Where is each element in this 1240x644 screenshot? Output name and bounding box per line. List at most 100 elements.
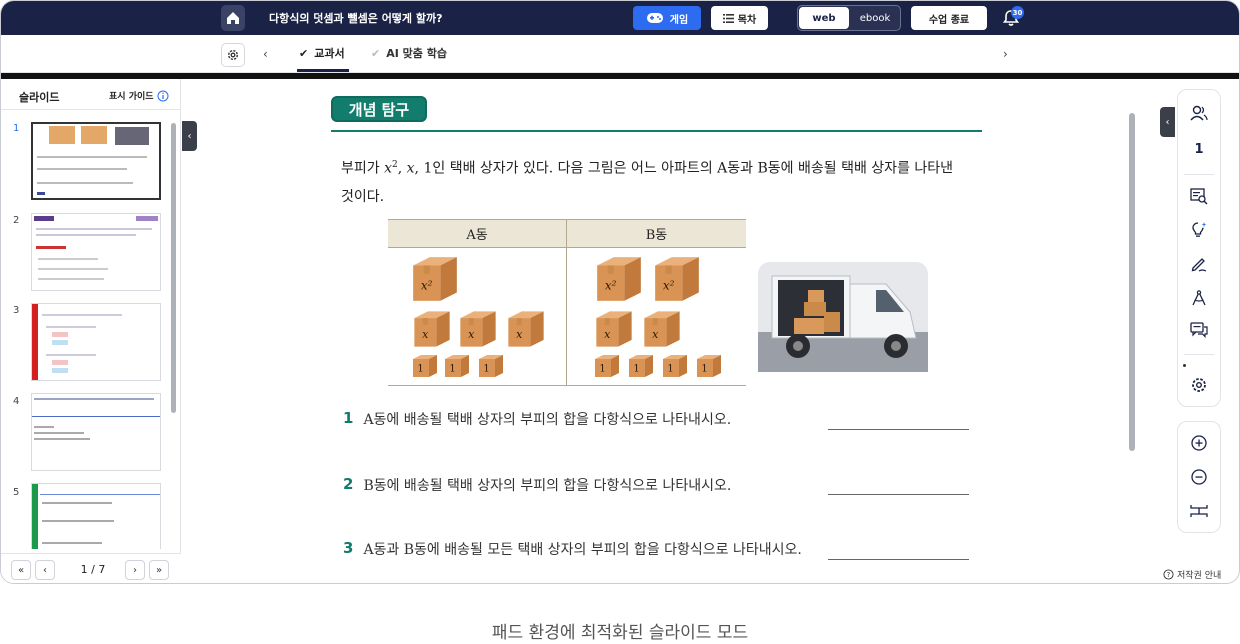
box-label: x² — [663, 279, 675, 293]
answer-blank-3[interactable] — [828, 559, 969, 560]
toc-button-label: 목차 — [737, 14, 757, 26]
home-icon — [227, 12, 239, 24]
answer-blank-2[interactable] — [828, 494, 969, 495]
toc-button[interactable]: 목차 — [711, 6, 768, 30]
tab-next-arrow[interactable]: › — [1003, 47, 1008, 61]
answer-blank-1[interactable] — [828, 429, 969, 430]
pen-button[interactable] — [1188, 253, 1210, 275]
chat-icon — [1190, 322, 1208, 338]
slide-thumb-3[interactable] — [31, 303, 161, 381]
slide-number-1: 1 — [13, 123, 20, 134]
box-1: 1 — [663, 355, 687, 377]
hint-button[interactable] — [1188, 219, 1210, 241]
box-1: 1 — [629, 355, 653, 377]
building-b: B — [757, 160, 768, 177]
home-button[interactable] — [221, 5, 245, 31]
thumb-side-bar — [32, 484, 38, 549]
view-mode-toggle: web ebook — [797, 5, 901, 31]
zoom-out-button[interactable] — [1188, 466, 1210, 488]
tab-textbook[interactable]: ✔ 교과서 — [299, 45, 345, 61]
next-page-button[interactable]: › — [125, 560, 145, 580]
box-x2: x² — [413, 257, 457, 301]
slide-thumb-2[interactable] — [31, 213, 161, 291]
page-indicator: 1 / 7 — [80, 563, 106, 576]
question-text: B동에 배송될 택배 상자의 부피의 합을 다항식으로 나타내시오. — [363, 478, 732, 494]
tool-rail: 1 — [1177, 89, 1221, 407]
box-label: x — [652, 328, 659, 341]
lightbulb-icon — [1192, 222, 1207, 237]
math-x: x — [384, 160, 392, 177]
content-scrollbar[interactable] — [1129, 113, 1135, 451]
copyright-link[interactable]: ? 저작권 안내 — [1163, 568, 1221, 581]
sidebar-divider — [1, 109, 181, 110]
zoom-in-button[interactable] — [1188, 432, 1210, 454]
slide-thumb-5[interactable] — [31, 483, 161, 549]
box-label: x² — [421, 279, 433, 293]
rail-settings-button[interactable] — [1188, 374, 1210, 396]
students-button[interactable] — [1188, 102, 1210, 124]
table-divider — [566, 219, 567, 386]
question-text: A동과 B동에 배송될 모든 택배 상자의 부피의 합을 다항식으로 나타내시오… — [363, 542, 802, 558]
mode-web-button[interactable]: web — [799, 7, 849, 29]
display-guide-link[interactable]: 표시 가이드 — [109, 89, 169, 102]
slide-number-2: 2 — [13, 215, 20, 226]
slide-thumb-4[interactable] — [31, 393, 161, 471]
active-tab-indicator — [297, 69, 349, 72]
tab-prev-arrow[interactable]: ‹ — [263, 47, 268, 61]
box-label: 1 — [483, 364, 489, 375]
sidebar-scrollbar[interactable] — [171, 123, 176, 413]
tab-ai-learning-label: AI 맞춤 학습 — [386, 47, 447, 60]
compass-button[interactable] — [1188, 287, 1210, 309]
thumb-text-line — [34, 438, 90, 440]
slide-sidebar: 슬라이드 표시 가이드 1 2 3 4 5 « ‹ 1 / 7 › » — [1, 79, 181, 583]
box-x: x — [644, 311, 680, 347]
end-class-button[interactable]: 수업 종료 — [911, 6, 987, 30]
box-label: 1 — [633, 364, 639, 375]
list-icon — [722, 13, 734, 23]
table-header-a: A동 — [388, 219, 566, 248]
collapse-sidebar-button[interactable]: ‹ — [182, 121, 197, 151]
top-bar — [1, 1, 1239, 35]
thumb-text-line — [34, 426, 54, 428]
person-icon — [1190, 105, 1208, 121]
fit-width-button[interactable] — [1188, 500, 1210, 522]
thumb-text-line — [46, 326, 96, 328]
lesson-title: 다항식의 덧셈과 뺄셈은 어떻게 할까? — [269, 12, 443, 25]
chat-button[interactable] — [1188, 319, 1210, 341]
pagination: « ‹ 1 / 7 › » — [1, 553, 181, 583]
notification-badge: 30 — [1011, 6, 1024, 19]
thumb-text-line — [38, 278, 104, 280]
question-circle-icon: ? — [1163, 569, 1174, 580]
tab-ai-learning[interactable]: ✔ AI 맞춤 학습 — [371, 45, 447, 61]
box-x: x — [460, 311, 496, 347]
first-page-button[interactable]: « — [11, 560, 31, 580]
mode-ebook-button[interactable]: ebook — [850, 7, 900, 29]
box-1: 1 — [697, 355, 721, 377]
collapse-rail-button[interactable]: ‹ — [1160, 107, 1175, 137]
box-label: 1 — [701, 364, 707, 375]
intro-text: 인 택배 상자가 있다. 다음 그림은 어느 아파트의 — [432, 160, 718, 177]
settings-button[interactable] — [221, 43, 245, 67]
tab-textbook-label: 교과서 — [314, 47, 345, 60]
intro-text: , — [397, 160, 407, 177]
box-1: 1 — [445, 355, 469, 377]
section-title: 개념 탐구 — [331, 96, 427, 122]
prev-page-button[interactable]: ‹ — [35, 560, 55, 580]
thumb-text-line — [37, 168, 127, 170]
question-2: 2 B동에 배송될 택배 상자의 부피의 합을 다항식으로 나타내시오. — [343, 475, 731, 495]
pen-icon — [1191, 258, 1207, 272]
game-button[interactable]: 게임 — [633, 6, 701, 30]
fit-width-icon — [1190, 505, 1208, 517]
search-text-button[interactable] — [1188, 185, 1210, 207]
slide-thumb-1[interactable] — [31, 122, 161, 200]
box-x2: x² — [655, 257, 699, 301]
question-number: 2 — [343, 475, 354, 493]
display-guide-label: 표시 가이드 — [109, 92, 154, 102]
slide-number-3: 3 — [13, 305, 20, 316]
rail-divider — [1184, 174, 1214, 175]
last-page-button[interactable]: » — [149, 560, 169, 580]
box-label: 1 — [599, 364, 605, 375]
document-search-icon — [1190, 188, 1208, 205]
question-number: 1 — [343, 409, 354, 427]
thumb-text-line — [42, 520, 114, 522]
